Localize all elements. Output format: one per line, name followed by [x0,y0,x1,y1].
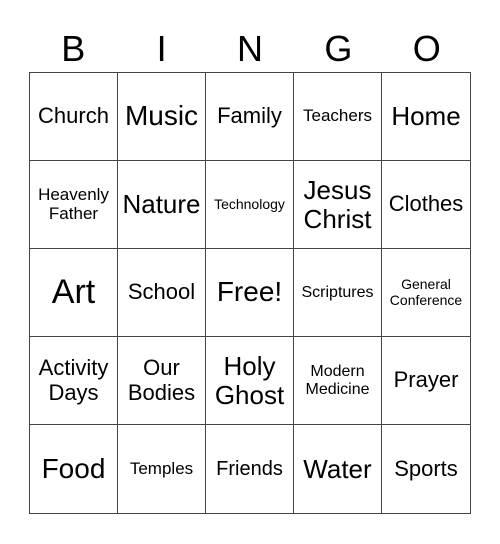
bingo-header: B I N G O [29,26,471,72]
bingo-cell[interactable]: Prayer [382,337,470,425]
bingo-cell[interactable]: Jesus Christ [294,161,382,249]
bingo-cell[interactable]: Holy Ghost [206,337,294,425]
bingo-cell[interactable]: Water [294,425,382,513]
bingo-cell[interactable]: School [118,249,206,337]
bingo-cell[interactable]: Art [30,249,118,337]
bingo-cell[interactable]: Technology [206,161,294,249]
bingo-cell[interactable]: Temples [118,425,206,513]
bingo-grid: Church Music Family Teachers Home Heaven… [29,72,471,514]
bingo-cell[interactable]: Our Bodies [118,337,206,425]
header-letter-g: G [324,28,353,69]
bingo-cell[interactable]: General Conference [382,249,470,337]
bingo-cell[interactable]: Clothes [382,161,470,249]
bingo-cell[interactable]: Food [30,425,118,513]
bingo-cell[interactable]: Church [30,73,118,161]
header-letter-n: N [236,28,263,69]
header-letter-o: O [412,28,441,69]
free-space-cell[interactable]: Free! [206,249,294,337]
header-letter-i: I [156,28,167,69]
bingo-cell[interactable]: Activity Days [30,337,118,425]
bingo-cell[interactable]: Teachers [294,73,382,161]
bingo-cell[interactable]: Scriptures [294,249,382,337]
bingo-cell[interactable]: Family [206,73,294,161]
bingo-cell[interactable]: Nature [118,161,206,249]
bingo-cell[interactable]: Friends [206,425,294,513]
bingo-cell[interactable]: Modern Medicine [294,337,382,425]
bingo-cell[interactable]: Home [382,73,470,161]
bingo-cell[interactable]: Music [118,73,206,161]
header-letter-b: B [61,28,86,69]
bingo-cell[interactable]: Sports [382,425,470,513]
bingo-cell[interactable]: Heavenly Father [30,161,118,249]
